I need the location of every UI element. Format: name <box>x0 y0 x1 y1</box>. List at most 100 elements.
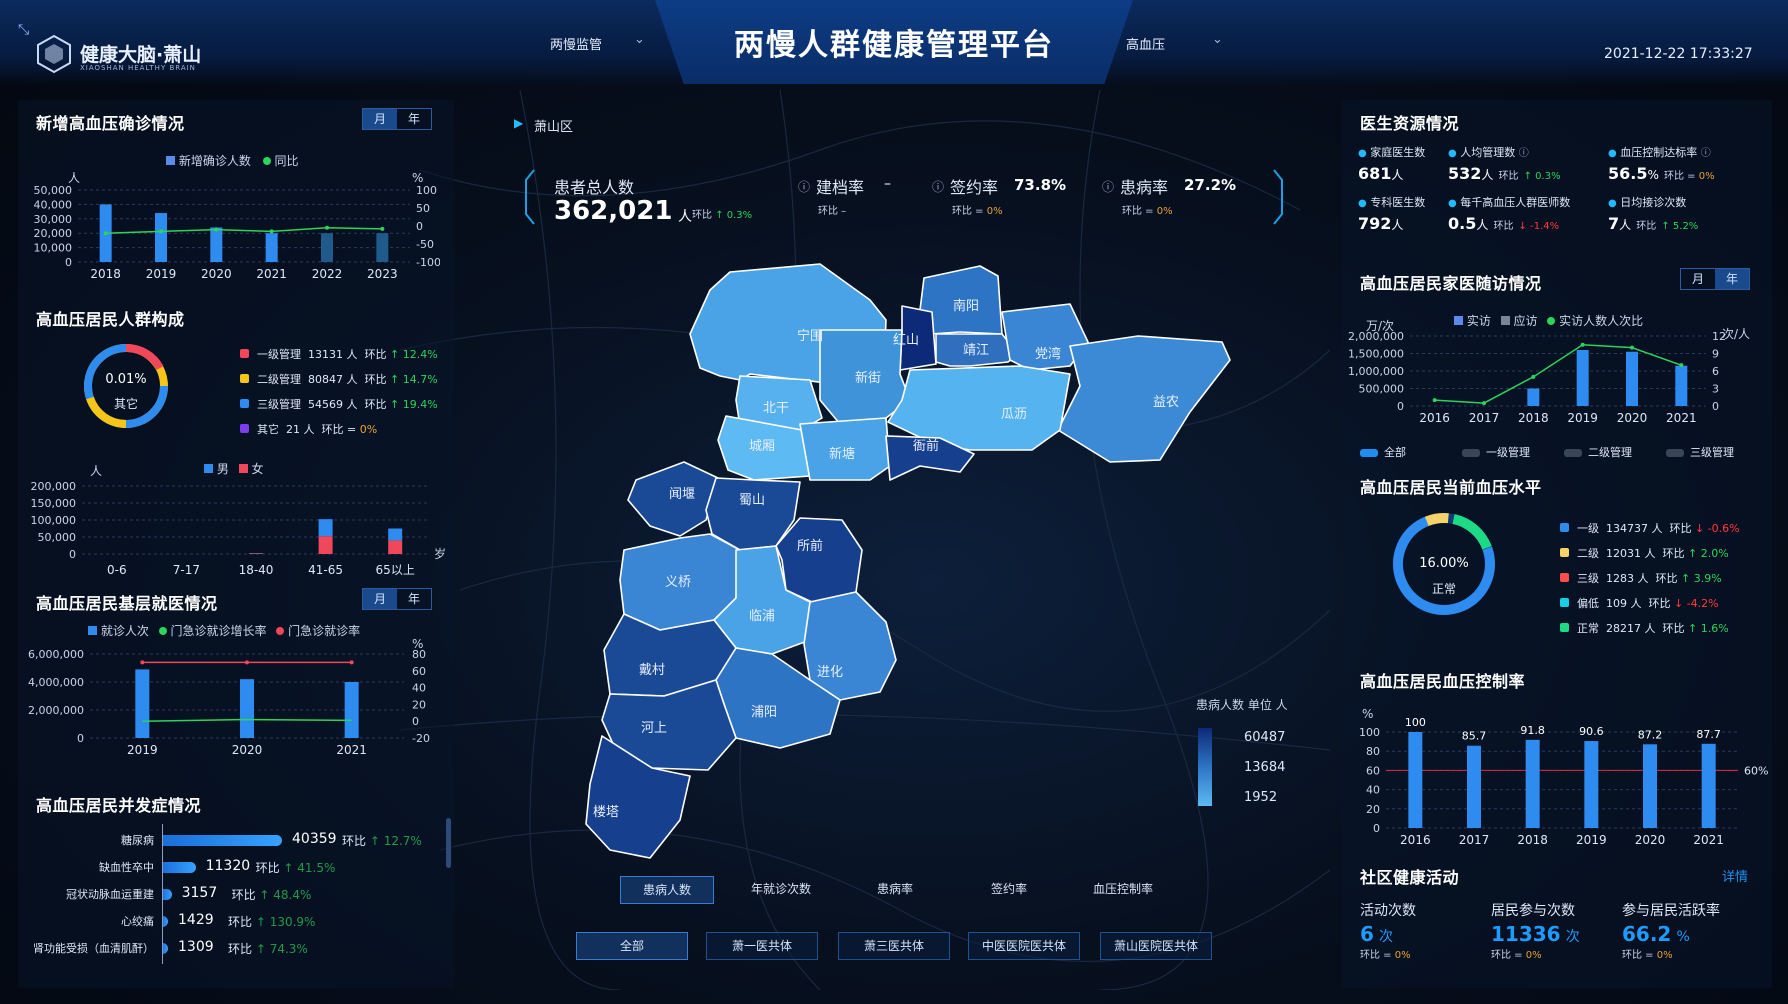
menu-left-label[interactable]: 两慢监管 <box>550 34 602 53</box>
row-hb-label: 环比 <box>255 861 284 875</box>
row-name: 心绞痛 <box>121 915 154 928</box>
x-tick-label: 2019 <box>127 743 158 757</box>
followup-filter[interactable]: 二级管理 <box>1564 444 1632 460</box>
followup-filter[interactable]: 全部 <box>1360 444 1406 460</box>
item-value: 1283 人 <box>1606 572 1649 585</box>
stat-label: 参与居民活跃率 <box>1622 903 1720 919</box>
chevron-down-icon[interactable]: ⌄ <box>1212 32 1223 47</box>
filter-xiaoshan[interactable]: 萧山医院医共体 <box>1100 932 1212 960</box>
y-tick-label: 80 <box>1366 745 1380 758</box>
item-swatch <box>1560 523 1569 532</box>
help-icon[interactable]: ⓘ <box>932 178 944 195</box>
scrollbar[interactable] <box>446 818 451 868</box>
map-legend-mid: 13684 <box>1244 760 1286 775</box>
bar-male <box>388 528 403 541</box>
detail-link[interactable]: 详情 <box>1722 866 1748 885</box>
tab-patients[interactable]: 患病人数 <box>620 876 714 904</box>
tab-prevalence[interactable]: 患病率 <box>848 876 942 904</box>
filter-swatch <box>1462 449 1480 457</box>
followup-filter[interactable]: 三级管理 <box>1666 444 1734 460</box>
target-label: 60% <box>1744 764 1768 777</box>
panel-title-population: 高血压居民人群构成 <box>36 310 185 329</box>
bp-level-item: 一级 134737 人 环比 ↓ -0.6% <box>1560 520 1740 536</box>
help-icon[interactable]: ⓘ <box>1701 148 1711 159</box>
item-value: 109 人 <box>1606 597 1642 610</box>
tab-bp-control[interactable]: 血压控制率 <box>1076 876 1170 904</box>
stat-unit: % <box>1676 929 1690 945</box>
stat-unit: 人 <box>1619 218 1632 232</box>
panel-title-followup: 高血压居民家医随访情况 <box>1360 274 1542 293</box>
row-hb: 环比 ↑ 130.9% <box>228 913 315 930</box>
stat-icon: ● <box>1358 198 1367 209</box>
y2-unit-label: 次/人 <box>1722 327 1750 341</box>
map-legend-gradient <box>1198 728 1212 806</box>
region-label: 义桥 <box>665 575 691 590</box>
line-point <box>1630 345 1634 350</box>
toggle-year[interactable]: 年 <box>1715 269 1749 289</box>
tab-annual-visits[interactable]: 年就诊次数 <box>734 876 828 904</box>
help-icon[interactable]: ⓘ <box>798 178 810 195</box>
filter-swatch <box>1564 449 1582 457</box>
stat-label: 血压控制达标率 <box>1620 146 1698 159</box>
chevron-down-icon[interactable]: ⌄ <box>634 32 645 47</box>
line-point <box>159 229 163 234</box>
bar <box>1408 732 1423 828</box>
kpi1-hb: 环比 – <box>818 206 847 217</box>
stat-value: 11336 <box>1491 922 1561 946</box>
stat-icon: ● <box>1608 148 1617 159</box>
help-icon[interactable]: ⓘ <box>1102 178 1114 195</box>
panel-title-doctors: 医生资源情况 <box>1360 114 1460 133</box>
help-icon[interactable]: ⓘ <box>1519 148 1529 159</box>
toggle-year[interactable]: 年 <box>397 109 431 129</box>
y-tick-label: 2,000,000 <box>28 704 84 717</box>
region-jinhua[interactable] <box>803 591 897 701</box>
filter-xiaosan[interactable]: 萧三医共体 <box>838 932 950 960</box>
menu-right-label[interactable]: 高血压 <box>1126 34 1165 53</box>
item-swatch <box>1560 548 1569 557</box>
y-tick-label: 40,000 <box>34 198 73 211</box>
x-tick-label: 2018 <box>1518 411 1549 425</box>
line-point <box>325 225 329 230</box>
item-name: 二级管理 <box>257 373 301 386</box>
filter-label: 二级管理 <box>1588 446 1632 459</box>
bar <box>1527 388 1540 406</box>
filter-all[interactable]: 全部 <box>576 932 688 960</box>
y-tick-label: 2,000,000 <box>1348 330 1404 343</box>
axis-line <box>162 824 163 964</box>
followup-filter[interactable]: 一级管理 <box>1462 444 1530 460</box>
population-item: 其它 21 人 环比 = 0% <box>240 421 377 437</box>
line-point <box>103 231 108 236</box>
complication-row: 冠状动脉血运重建 3157 环比 ↑ 48.4% <box>24 884 444 904</box>
legend-label: 就诊人次 <box>100 624 149 638</box>
filter-xiaoyi[interactable]: 萧一医共体 <box>706 932 818 960</box>
y2-tick-label: -100 <box>416 256 440 269</box>
region-yinong[interactable] <box>1057 335 1231 463</box>
y-tick-label: 100,000 <box>31 514 77 527</box>
toggle-month[interactable]: 月 <box>363 109 397 129</box>
legend-label: 门急诊就诊率 <box>288 624 361 638</box>
y-tick-label: 0 <box>1397 400 1404 413</box>
region-suoqian[interactable] <box>775 517 863 603</box>
y2-tick-label: 9 <box>1712 348 1719 361</box>
donut-bp-pct: 16.00% <box>1419 556 1469 571</box>
stat-delta: 0% <box>1656 950 1673 961</box>
region-breadcrumb[interactable]: 萧山区 <box>534 116 573 135</box>
toggle-year[interactable]: 年 <box>397 589 431 609</box>
item-delta: ↓ -4.2% <box>1674 597 1719 610</box>
bar <box>321 233 333 262</box>
stat-value: 532 <box>1448 164 1482 183</box>
logo-subtext: XIAOSHAN HEALTHY BRAIN <box>80 64 196 72</box>
stat-value: 66.2 <box>1622 922 1672 946</box>
community-stat: 参与居民活跃率 66.2 % 环比 = 0% <box>1622 900 1752 961</box>
collapse-icon[interactable]: ⤡ <box>18 22 29 38</box>
filter-tcm[interactable]: 中医医院医共体 <box>968 932 1080 960</box>
y-tick-label: 0 <box>1373 822 1380 835</box>
panel-title-community: 社区健康活动 <box>1360 868 1460 887</box>
toggle-month[interactable]: 月 <box>1681 269 1715 289</box>
item-name: 正常 <box>1577 622 1599 635</box>
stat-delta: ↑ 5.2% <box>1661 221 1699 232</box>
toggle-month[interactable]: 月 <box>363 589 397 609</box>
stat-value: 0.5 <box>1448 214 1477 233</box>
stat-label: 专科医生数 <box>1370 196 1426 209</box>
tab-signing[interactable]: 签约率 <box>962 876 1056 904</box>
